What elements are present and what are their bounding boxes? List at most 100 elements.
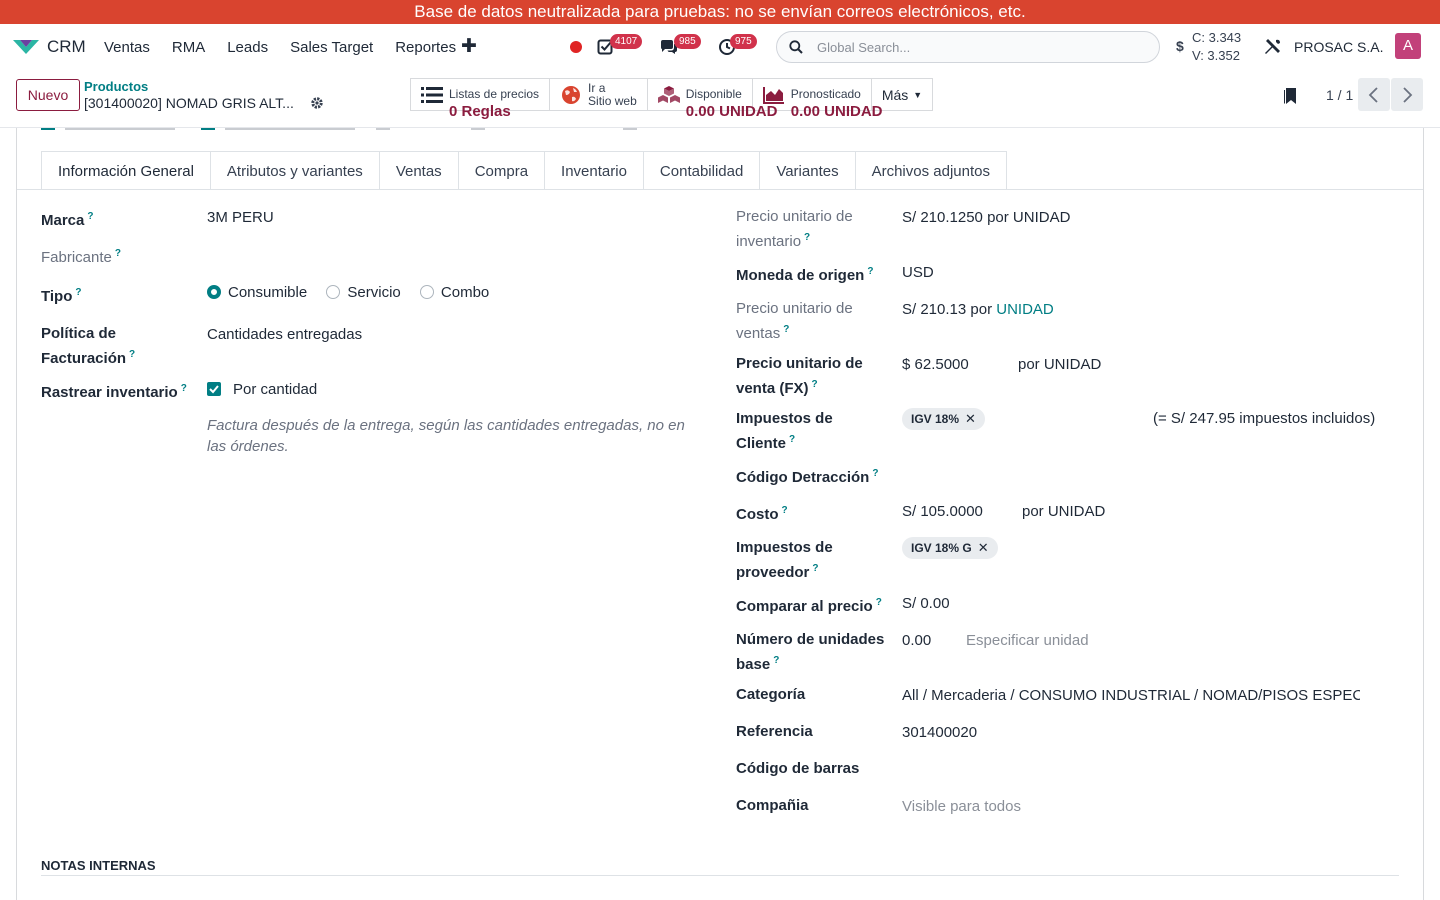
politica-facturacion-label: Política de Facturación? (41, 325, 136, 367)
tab-compra[interactable]: Compra (458, 151, 546, 190)
recording-dot-icon[interactable] (570, 41, 582, 53)
exchange-rate-values: C: 3.343 V: 3.352 (1192, 29, 1241, 65)
available-quantity: 0.00 UNIDAD (685, 103, 778, 120)
tab-ventas[interactable]: Ventas (379, 151, 459, 190)
compania-label: Compañia (736, 797, 809, 814)
search-icon (789, 40, 803, 54)
moneda-origen-label: Moneda de origen? (736, 266, 874, 284)
fabricante-label: Fabricante? (41, 248, 121, 266)
moneda-origen-field[interactable]: USD (902, 262, 934, 283)
marca-field[interactable]: 3M PERU (207, 207, 274, 228)
form-sheet: Información General Atributos y variante… (16, 128, 1424, 900)
tipo-radio-combo[interactable]: Combo (419, 284, 504, 301)
tipo-radio-consumible[interactable]: Consumible (207, 284, 322, 301)
available-label: Disponible (685, 87, 742, 101)
pager-next-button[interactable] (1391, 78, 1423, 111)
precio-ventas-label: Precio unitario de ventas? (736, 300, 853, 342)
available-stock-button[interactable]: Disponible 0.00 UNIDAD (647, 79, 777, 120)
precio-venta-fx-field[interactable]: $ 62.5000 (902, 354, 969, 375)
precio-venta-fx-unit: por UNIDAD (1018, 356, 1102, 373)
forecasted-quantity: 0.00 UNIDAD (790, 103, 883, 120)
unidades-base-field[interactable]: 0.00 (902, 630, 931, 651)
timesheet-count-badge: 975 (730, 34, 757, 49)
precio-ventas-unit-link[interactable]: UNIDAD (996, 301, 1054, 318)
new-record-button[interactable]: Nuevo (16, 79, 80, 111)
rastrear-inventario-value[interactable]: Por cantidad (233, 379, 317, 400)
precio-inventario-label: Precio unitario de inventario? (736, 208, 853, 250)
customer-tax-tag[interactable]: IGV 18% ✕ (902, 408, 985, 430)
user-avatar[interactable]: A (1395, 33, 1421, 59)
compania-field[interactable]: Visible para todos (902, 796, 1021, 817)
categoria-label: Categoría (736, 686, 806, 703)
breadcrumb-parent-link[interactable]: Productos (84, 79, 148, 94)
menu-item-leads[interactable]: Leads (227, 39, 268, 56)
website-line1: Ir a (588, 80, 606, 95)
comparar-precio-field[interactable]: S/ 0.00 (902, 593, 950, 614)
app-name[interactable]: CRM (47, 37, 86, 57)
main-menu: Ventas RMA Leads Sales Target Reportes (104, 39, 478, 56)
codigo-barras-label: Código de barras (736, 760, 860, 777)
politica-facturacion-field[interactable]: Cantidades entregadas (207, 324, 362, 345)
bookmark-icon[interactable] (1283, 87, 1297, 105)
rastrear-inventario-checkbox[interactable] (207, 382, 221, 396)
menu-item-ventas[interactable]: Ventas (104, 39, 150, 56)
unidades-base-unit-field[interactable]: Especificar unidad (966, 630, 1089, 651)
internal-notes-heading: NOTAS INTERNAS (41, 858, 156, 873)
tab-archivos-adjuntos[interactable]: Archivos adjuntos (855, 151, 1007, 190)
tab-informacion-general[interactable]: Información General (41, 151, 211, 190)
gear-icon[interactable] (310, 96, 324, 110)
global-search-input[interactable] (817, 37, 1137, 57)
chevron-left-icon (1368, 87, 1378, 103)
categoria-field[interactable]: All / Mercaderia / CONSUMO INDUSTRIAL / … (902, 685, 1360, 706)
tab-variantes[interactable]: Variantes (760, 151, 856, 190)
global-search[interactable] (776, 31, 1160, 63)
menu-item-sales-target[interactable]: Sales Target (290, 39, 373, 56)
impuestos-proveedor-label: Impuestos de proveedor? (736, 539, 833, 581)
test-database-banner: Base de datos neutralizada para pruebas:… (0, 0, 1440, 24)
costo-label: Costo? (736, 505, 788, 523)
tipo-radio-servicio[interactable]: Servicio (326, 284, 415, 301)
remove-tag-close-icon[interactable]: ✕ (978, 540, 989, 555)
cubes-icon (657, 85, 680, 103)
menu-item-rma[interactable]: RMA (172, 39, 205, 56)
tax-included-total: (= S/ 247.95 impuestos incluidos) (1153, 410, 1376, 427)
globe-icon (562, 85, 581, 104)
breadcrumb-current-record: [301400020] NOMAD GRIS ALT... (84, 95, 294, 111)
impuestos-cliente-label: Impuestos de Cliente? (736, 410, 833, 452)
tab-inventario[interactable]: Inventario (545, 151, 644, 190)
app-logo-icon[interactable] (12, 38, 40, 56)
control-panel: Nuevo Productos [301400020] NOMAD GRIS A… (0, 70, 1440, 128)
quick-create-plus-icon[interactable]: ✚ (461, 35, 477, 58)
remove-tag-close-icon[interactable]: ✕ (965, 411, 976, 426)
list-icon (421, 86, 443, 103)
codigo-barras-field[interactable] (902, 758, 1372, 779)
tab-contabilidad[interactable]: Contabilidad (643, 151, 761, 190)
referencia-field[interactable]: 301400020 (902, 722, 977, 743)
smart-buttons: Listas de precios 0 Reglas Ir a Sitio web … (410, 78, 934, 120)
tab-atributos-variantes[interactable]: Atributos y variantes (210, 151, 380, 190)
costo-unit: por UNIDAD (1022, 503, 1106, 520)
precio-ventas-value: S/ 210.13 por UNIDAD (902, 301, 1054, 318)
company-switcher[interactable]: PROSAC S.A. (1294, 39, 1383, 55)
pager-previous-button[interactable] (1358, 78, 1390, 111)
pager-value[interactable]: 1 / 1 (1326, 87, 1353, 103)
more-label: Más (881, 86, 909, 103)
debug-tools-icon[interactable] (1264, 38, 1282, 56)
codigo-detraccion-label: Código Detracción? (736, 468, 879, 486)
fabricante-field[interactable] (207, 243, 687, 264)
vendor-tax-tag[interactable]: IGV 18% G ✕ (902, 537, 998, 559)
pricelist-rules-button[interactable]: Listas de precios 0 Reglas (411, 79, 551, 120)
tipo-radio-group: Consumible Servicio Combo (207, 282, 504, 303)
website-line2: Sitio web (588, 93, 637, 108)
referencia-label: Referencia (736, 723, 813, 740)
precio-inventario-value: S/ 210.1250 por UNIDAD (902, 209, 1071, 226)
costo-field[interactable]: S/ 105.0000 (902, 501, 983, 522)
chevron-right-icon (1403, 87, 1413, 103)
cut-off-options-row (41, 128, 637, 130)
caret-down-icon: ▼ (913, 89, 923, 100)
exchange-rate-dollar-icon[interactable]: $ (1176, 38, 1184, 54)
codigo-detraccion-field[interactable] (902, 463, 1372, 484)
menu-item-reportes[interactable]: Reportes (395, 39, 456, 56)
go-to-website-button[interactable]: Ir a Sitio web (550, 79, 648, 110)
exchange-rate-sell: V: 3.352 (1192, 48, 1240, 63)
